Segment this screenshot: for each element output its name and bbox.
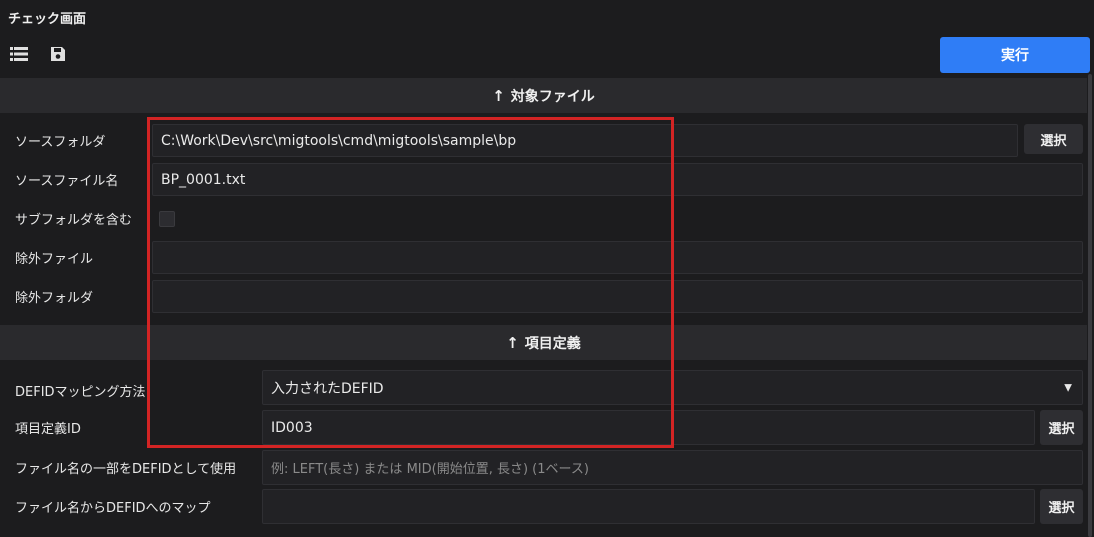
source-file-name-input[interactable]: BP_0001.txt (152, 163, 1083, 196)
filename-map-label: ファイル名からDEFIDへのマップ (15, 501, 211, 516)
item-def-id-select-button[interactable]: 選択 (1040, 410, 1083, 445)
section-title: 項目定義 (524, 335, 581, 352)
chevron-down-icon: ▼ (1064, 382, 1072, 393)
section-header-item-definition[interactable]: ↑ 項目定義 (0, 325, 1087, 360)
execute-button[interactable]: 実行 (940, 37, 1090, 73)
arrow-up-icon: ↑ (506, 333, 519, 352)
item-def-id-label: 項目定義ID (15, 422, 81, 437)
exclude-folders-label: 除外フォルダ (15, 291, 94, 306)
filename-map-select-button[interactable]: 選択 (1040, 489, 1083, 524)
filename-map-input[interactable] (262, 489, 1035, 524)
include-subfolders-checkbox[interactable] (159, 211, 175, 227)
filename-part-input[interactable]: 例: LEFT(長さ) または MID(開始位置, 長さ) (1ベース) (262, 450, 1083, 485)
exclude-files-input[interactable] (152, 241, 1083, 274)
source-folder-input[interactable]: C:\Work\Dev\src\migtools\cmd\migtools\sa… (152, 124, 1018, 157)
source-folder-label: ソースフォルダ (15, 135, 106, 150)
exclude-folders-input[interactable] (152, 280, 1083, 313)
arrow-up-icon: ↑ (492, 86, 505, 105)
scrollbar-thumb[interactable] (1088, 74, 1092, 537)
exclude-files-label: 除外ファイル (15, 252, 94, 267)
window-title: チェック画面 (8, 12, 87, 27)
defid-mapping-label: DEFIDマッピング方法 (15, 385, 146, 400)
defid-mapping-selected-value: 入力されたDEFID (271, 380, 384, 397)
floppy-save-icon[interactable] (50, 46, 66, 62)
item-def-id-input[interactable]: ID003 (262, 410, 1035, 445)
section-header-target-files[interactable]: ↑ 対象ファイル (0, 78, 1087, 113)
defid-mapping-select[interactable]: 入力されたDEFID ▼ (262, 370, 1083, 405)
include-subfolders-label: サブフォルダを含む (15, 213, 133, 228)
filename-part-label: ファイル名の一部をDEFIDとして使用 (15, 462, 237, 477)
source-folder-select-button[interactable]: 選択 (1024, 124, 1083, 154)
section-title: 対象ファイル (510, 88, 595, 105)
source-file-name-label: ソースファイル名 (15, 174, 119, 189)
list-icon[interactable] (10, 46, 28, 62)
